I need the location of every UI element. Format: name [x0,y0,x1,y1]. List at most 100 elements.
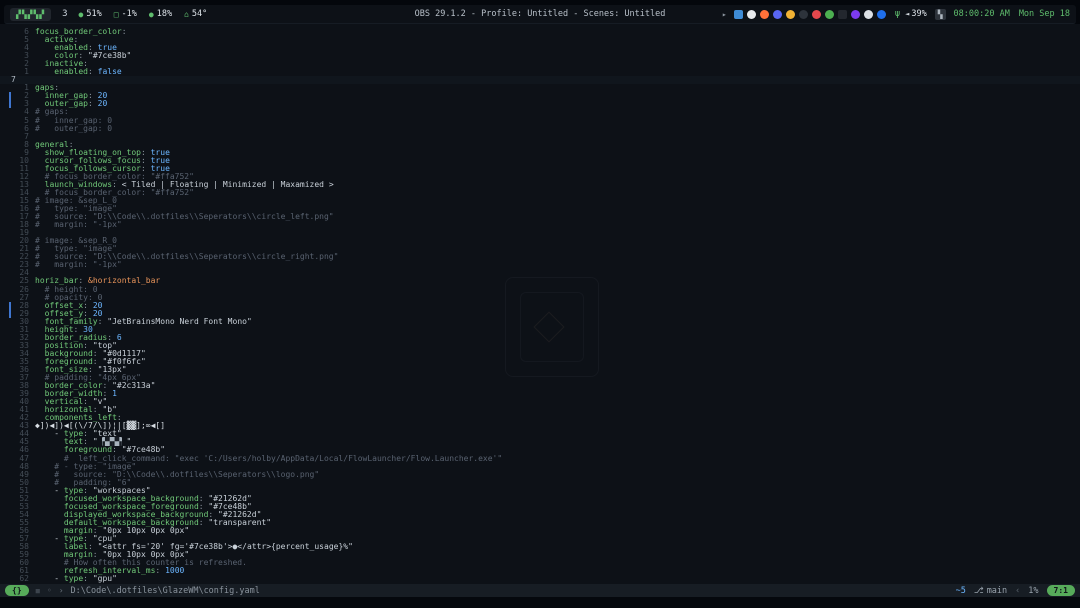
tray-icon-hub[interactable] [851,10,860,19]
code-line[interactable]: 37 # padding: "4px 6px" [0,374,1080,382]
code-line[interactable]: 5# inner_gap: 0 [0,117,1080,125]
code-line[interactable]: 3 color: "#7ce38b" [0,52,1080,60]
code-line[interactable]: 56 margin: "0px 10px 0px 0px" [0,527,1080,535]
cpu-value: 51% [86,9,101,19]
separator-icon: ‹ [1015,586,1020,596]
code-line[interactable]: 23# margin: "-1px" [0,261,1080,269]
memory-widget[interactable]: ●18% [149,9,172,19]
tray-icon-chrome[interactable] [825,10,834,19]
code-line[interactable]: 47 # left_click_command: "exec 'C:/Users… [0,454,1080,462]
code-line[interactable]: 36 font_size: "13px" [0,366,1080,374]
code-line[interactable]: 5 active: [0,36,1080,44]
statusline-right: ~5 ⎇ main ‹ 1% 7:1 [956,585,1075,596]
editor-viewport[interactable]: 6focus_border_color:5 active:4 enabled: … [0,24,1080,584]
code-line[interactable]: 44 - type: "text" [0,430,1080,438]
cpu-widget[interactable]: ●51% [79,9,102,19]
modified-icon: ■ [36,587,40,595]
tray-icon-display[interactable] [734,10,743,19]
code-line[interactable]: 18# margin: "-1px" [0,221,1080,229]
tray-icon-discord[interactable] [773,10,782,19]
code-line[interactable]: 7 [0,133,1080,141]
line-text: - type: "gpu" [35,575,117,583]
code-line[interactable]: 41 horizontal: "b" [0,406,1080,414]
tray-expander-icon[interactable]: ▸ [722,10,727,19]
speaker-icon: ◄ [905,10,909,18]
file-path: D:\Code\.dotfiles\GlazeWM\config.yaml [71,586,260,596]
volume-widget[interactable]: ◄ 39% [905,9,927,19]
weather-widget[interactable]: ⌂54° [184,9,207,19]
code-line[interactable]: 4 enabled: true [0,44,1080,52]
code-line[interactable]: 40 vertical: "v" [0,398,1080,406]
code-line[interactable]: 35 foreground: "#f0f6fc" [0,358,1080,366]
code-line[interactable]: 1 enabled: false [0,68,1080,76]
tray-icon-browser[interactable] [747,10,756,19]
code-line[interactable]: 19 [0,229,1080,237]
code-line[interactable]: 25horiz_bar: &horizontal_bar [0,277,1080,285]
code-line[interactable]: 34 background: "#0d1117" [0,350,1080,358]
code-line[interactable]: 20# image: &sep_R_0 [0,237,1080,245]
code-line[interactable]: 49 # source: "D:\\Code\\.dotfiles\\Seper… [0,471,1080,479]
weather-value: 54° [192,9,207,19]
system-tray [734,10,886,19]
code-line[interactable]: 61 refresh_interval_ms: 1000 [0,567,1080,575]
date[interactable]: Mon Sep 18 [1019,9,1070,19]
line-text: # margin: "-1px" [35,261,122,269]
code-line[interactable]: 32 border_radius: 6 [0,334,1080,342]
code-area[interactable]: 6focus_border_color:5 active:4 enabled: … [0,28,1080,583]
code-line[interactable]: 15# image: &sep_L_0 [0,197,1080,205]
code-line[interactable]: 50 # padding: "6" [0,479,1080,487]
code-line[interactable]: 33 position: "top" [0,342,1080,350]
code-line[interactable]: 30 font_family: "JetBrainsMono Nerd Font… [0,318,1080,326]
code-line[interactable]: 38 border_color: "#2c313a" [0,382,1080,390]
record-icon: ◦ [47,586,52,595]
keyboard-layout-chip[interactable]: ▚ [935,9,946,20]
code-line[interactable]: 26 # height: 0 [0,286,1080,294]
cursor-position-pill: 7:1 [1047,585,1075,596]
code-line[interactable]: 27 # opacity: 0 [0,294,1080,302]
launcher-text-widget[interactable]: ▞▚▞▚▞ [10,8,51,21]
line-text: enabled: false [35,68,122,76]
workspace-indicator[interactable]: 3 [62,9,67,19]
gpu-value: -1% [122,9,137,19]
code-line[interactable]: 17# source: "D:\\Code\\.dotfiles\\Sepera… [0,213,1080,221]
bar-right-section: ▸ ψ ◄ 39% ▚ 08:00:20 AM Mon Sep 18 [722,9,1070,20]
code-line[interactable]: 2 inactive: [0,60,1080,68]
branch-name: main [987,586,1007,596]
mode-pill: {} [5,585,29,596]
code-line[interactable]: 7 [0,76,1080,84]
tray-icon-brave[interactable] [812,10,821,19]
memory-icon: ● [149,10,154,19]
code-line[interactable]: 14 # focus_border_color: "#ffa752" [0,189,1080,197]
clock[interactable]: 08:00:20 AM [954,9,1010,19]
code-line[interactable]: 2 inner_gap: 20 [0,92,1080,100]
code-line[interactable]: 39 border_width: 1 [0,390,1080,398]
code-line[interactable]: 24 [0,269,1080,277]
code-line[interactable]: 28 offset_x: 20 [0,302,1080,310]
code-line[interactable]: 1gaps: [0,84,1080,92]
scroll-percent: 1% [1028,586,1038,596]
code-line[interactable]: 22# source: "D:\\Code\\.dotfiles\\Sepera… [0,253,1080,261]
code-line[interactable]: 4# gaps: [0,108,1080,116]
code-line[interactable]: 62 - type: "gpu" [0,575,1080,583]
code-line[interactable]: 31 height: 30 [0,326,1080,334]
bar-left-section: ▞▚▞▚▞ 3 ●51%□-1%●18%⌂54° [10,8,207,21]
code-line[interactable]: 3 outer_gap: 20 [0,100,1080,108]
tray-icon-camera[interactable] [838,10,847,19]
tray-icon-settings[interactable] [864,10,873,19]
branch-icon: ⎇ [974,586,984,596]
statusline: {} ■ ◦ › D:\Code\.dotfiles\GlazeWM\confi… [0,584,1080,597]
command-line [0,597,1080,608]
line-text: # margin: "-1px" [35,221,122,229]
tray-icon-steam[interactable] [799,10,808,19]
tray-icon-firefox[interactable] [760,10,769,19]
bar-metrics: ●51%□-1%●18%⌂54° [79,9,208,19]
microphone-icon[interactable]: ψ [895,9,900,19]
tray-icon-account[interactable] [786,10,795,19]
code-line[interactable]: 43◆])◀])◀[(\/7/\])¦|[▓▓];∞◀[] [0,422,1080,430]
gpu-widget[interactable]: □-1% [114,9,137,19]
code-line[interactable]: 6focus_border_color: [0,28,1080,36]
glazewm-top-bar: ▞▚▞▚▞ 3 ●51%□-1%●18%⌂54° OBS 29.1.2 - Pr… [4,5,1076,24]
tray-icon-drop[interactable] [877,10,886,19]
code-line[interactable]: 6# outer_gap: 0 [0,125,1080,133]
chevron-icon: › [59,586,64,595]
